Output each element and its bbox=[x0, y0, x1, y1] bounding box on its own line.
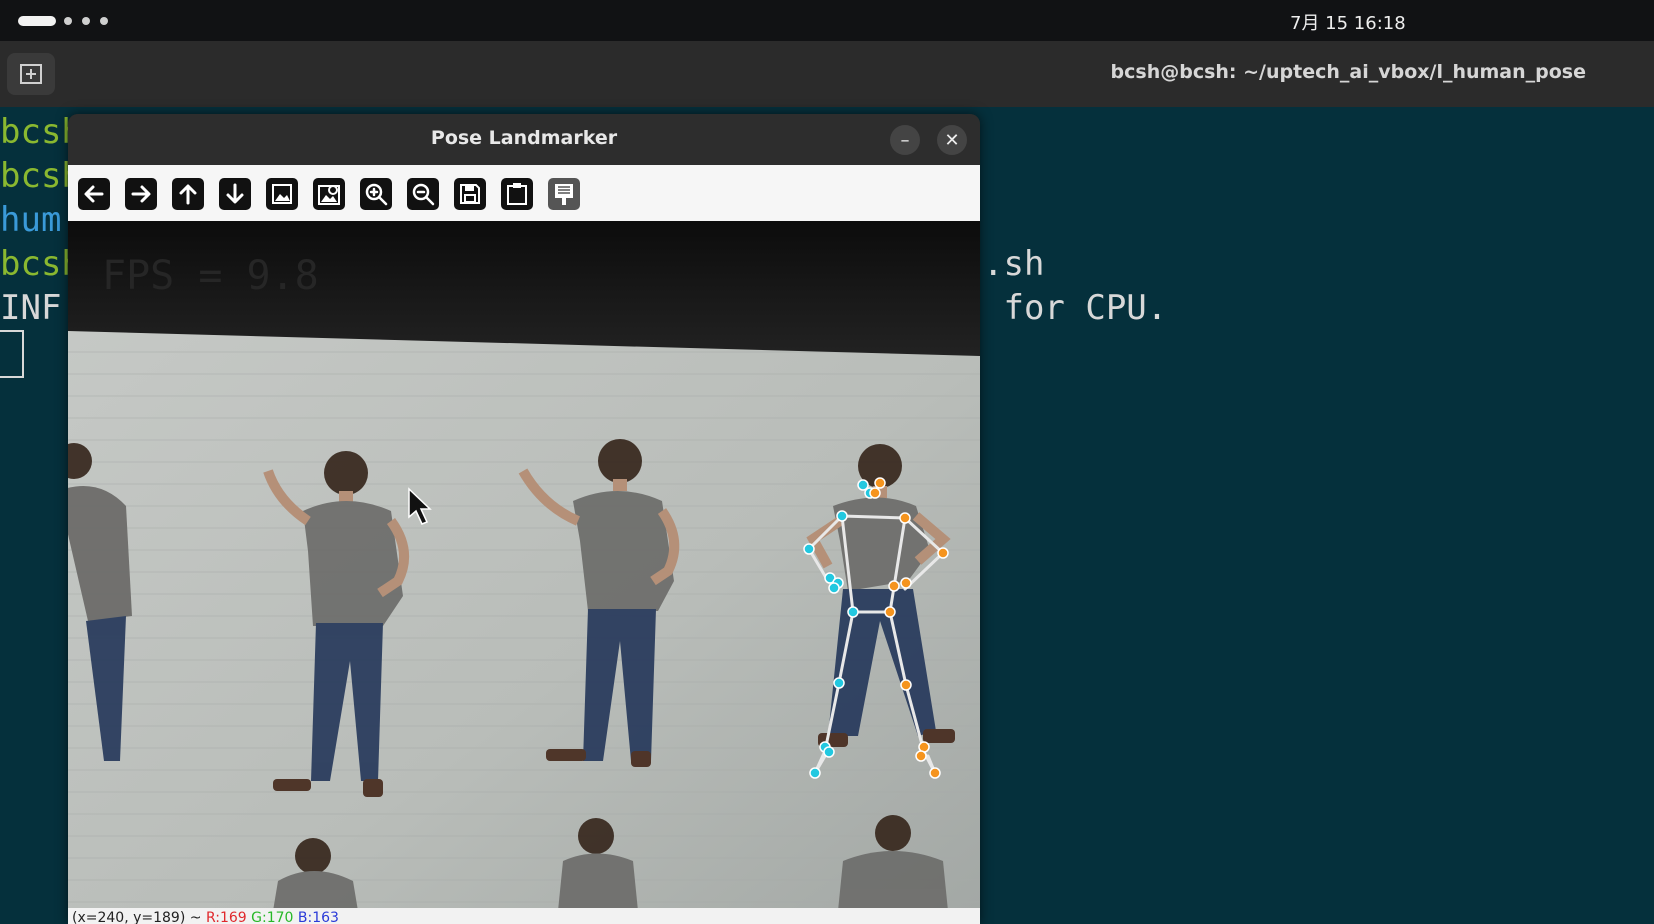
terminal-line: INF bbox=[0, 288, 62, 328]
workspace-indicator[interactable] bbox=[64, 17, 72, 25]
close-icon: ✕ bbox=[944, 129, 960, 151]
system-top-bar: 7月 15 16:18 bbox=[0, 0, 1654, 41]
pan-left-icon[interactable] bbox=[77, 177, 111, 211]
camera-frame: FPS = 9.8 bbox=[68, 221, 980, 908]
zoom-in-icon[interactable] bbox=[359, 177, 393, 211]
minimize-button[interactable]: – bbox=[890, 125, 920, 155]
pan-right-icon[interactable] bbox=[124, 177, 158, 211]
zoom-original-icon[interactable] bbox=[312, 177, 346, 211]
workspace-indicator[interactable] bbox=[82, 17, 90, 25]
minimize-icon: – bbox=[900, 129, 910, 151]
terminal-line: .sh bbox=[983, 244, 1045, 284]
workspace-indicator[interactable] bbox=[100, 17, 108, 25]
status-bar: (x=240, y=189) ~ R:169 G:170 B:163 bbox=[68, 908, 980, 924]
zoom-out-icon[interactable] bbox=[406, 177, 440, 211]
pixel-blue-value: B:163 bbox=[297, 910, 339, 924]
pixel-coordinate: (x=240, y=189) ~ bbox=[72, 910, 206, 924]
terminal-title: bcsh@bcsh: ~/uptech_ai_vbox/l_human_pose bbox=[1110, 61, 1586, 83]
terminal-cursor bbox=[0, 330, 24, 378]
new-tab-icon bbox=[20, 64, 42, 84]
workspace-indicator-active[interactable] bbox=[18, 16, 56, 26]
zoom-fit-icon[interactable] bbox=[265, 177, 299, 211]
terminal-line: hum bbox=[0, 200, 62, 240]
clock[interactable]: 7月 15 16:18 bbox=[1290, 9, 1406, 35]
pixel-green-value: G:170 bbox=[251, 910, 294, 924]
copy-clipboard-icon[interactable] bbox=[500, 177, 534, 211]
save-icon[interactable] bbox=[453, 177, 487, 211]
pose-landmarker-window: Pose Landmarker – ✕ FPS = 9.8 (x=240, y=… bbox=[68, 114, 980, 924]
pan-up-icon[interactable] bbox=[171, 177, 205, 211]
window-title: Pose Landmarker bbox=[430, 127, 618, 149]
window-titlebar[interactable]: Pose Landmarker – ✕ bbox=[68, 114, 980, 165]
pan-down-icon[interactable] bbox=[218, 177, 252, 211]
properties-icon[interactable] bbox=[547, 177, 581, 211]
new-tab-button[interactable] bbox=[7, 53, 55, 95]
terminal-line: for CPU. bbox=[983, 288, 1168, 328]
terminal-header-bar: bcsh@bcsh: ~/uptech_ai_vbox/l_human_pose bbox=[0, 41, 1654, 107]
image-toolbar bbox=[68, 165, 980, 221]
camera-viewport[interactable]: FPS = 9.8 bbox=[68, 221, 980, 908]
pixel-red-value: R:169 bbox=[205, 910, 247, 924]
close-button[interactable]: ✕ bbox=[937, 125, 967, 155]
fps-overlay: FPS = 9.8 bbox=[102, 253, 319, 299]
